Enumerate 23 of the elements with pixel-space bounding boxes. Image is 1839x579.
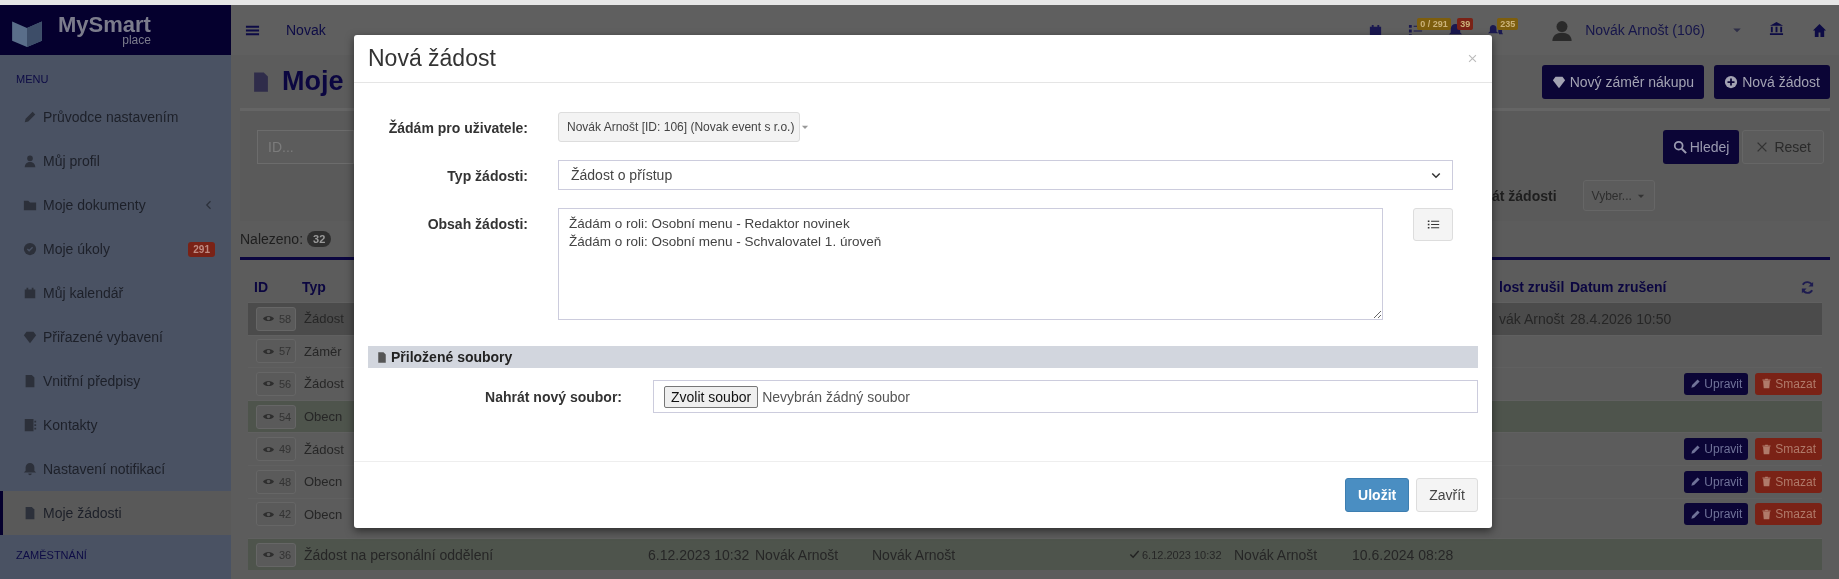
count-badge: 32: [307, 231, 332, 247]
file-status: Nevybrán žádný soubor: [762, 388, 911, 405]
column-header: ID: [253, 279, 269, 295]
section-title: Přiložené soubory: [391, 349, 513, 365]
column-header: Typ: [302, 279, 326, 295]
logo-subtitle: place: [122, 34, 151, 46]
column-header: Datum zrušení: [1570, 279, 1667, 295]
dialog-title: Nová žádost: [368, 45, 496, 72]
field-label: Nahrát nový soubor:: [484, 388, 622, 405]
field-label: Typ žádosti:: [446, 167, 528, 184]
notification-badge: 235: [1497, 18, 1519, 30]
notification-badge: 39: [1457, 18, 1474, 30]
field-label: Obsah žádosti:: [426, 215, 528, 232]
section-label: ZAMĚSTNÁNÍ: [15, 548, 88, 561]
field-label: Žádám pro uživatele:: [387, 118, 528, 136]
results-label: Nalezeno:: [240, 231, 304, 247]
logo-title: MySmart: [58, 14, 151, 36]
count-badge: 291: [188, 241, 215, 257]
page-title: Moje: [282, 66, 344, 97]
column-header: lost zrušil: [1499, 279, 1566, 295]
notification-badge: 0 / 291: [1417, 18, 1451, 30]
filter-label: át žádosti: [1492, 187, 1557, 204]
section-label: MENU: [15, 72, 50, 87]
